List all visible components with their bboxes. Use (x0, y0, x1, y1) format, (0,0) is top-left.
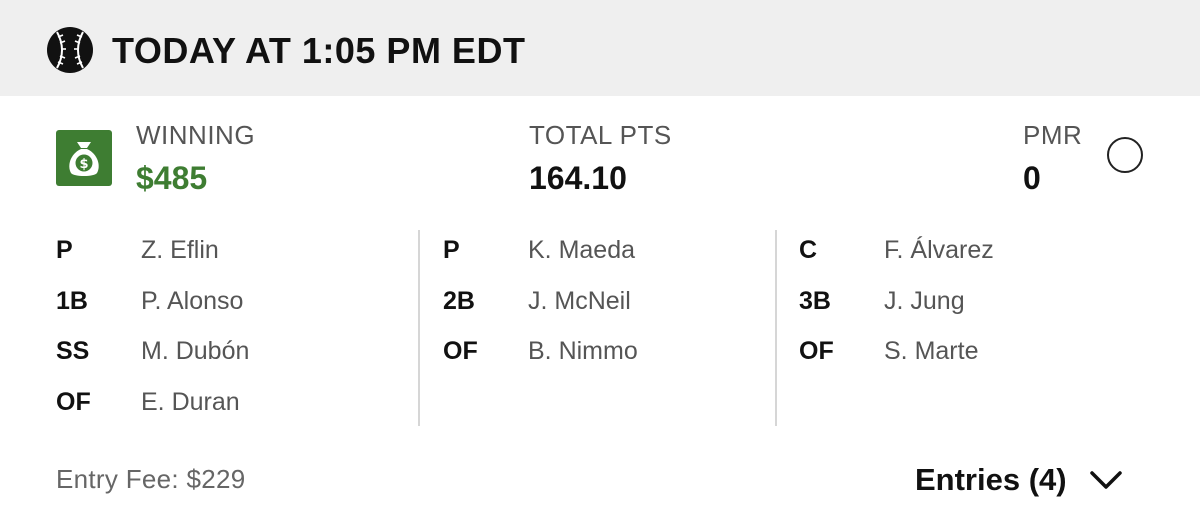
winning-value: $485 (136, 160, 208, 196)
total-pts-value: 164.10 (529, 160, 627, 196)
roster-row: C F. Álvarez (799, 236, 1139, 287)
player-name: B. Nimmo (528, 337, 638, 365)
player-name: F. Álvarez (884, 236, 994, 264)
position-label: 3B (799, 286, 831, 315)
player-name: K. Maeda (528, 236, 636, 264)
roster-row: 2B J. McNeil (443, 287, 783, 338)
position-label: P (443, 236, 460, 264)
player-name: J. Jung (884, 286, 965, 315)
position-label: P (56, 236, 73, 264)
roster-column-2: P K. Maeda 2B J. McNeil OF B. Nimmo (443, 236, 783, 388)
roster-row: OF E. Duran (56, 388, 396, 439)
roster-row: OF S. Marte (799, 337, 1139, 388)
pmr-label: PMR (1023, 120, 1083, 150)
pmr-value: 0 (1023, 160, 1041, 196)
player-name: S. Marte (884, 337, 979, 365)
entries-toggle-button[interactable]: Entries (4) (915, 458, 1123, 502)
entries-label: Entries (4) (915, 462, 1067, 497)
player-name: J. McNeil (528, 286, 631, 315)
header-title: TODAY AT 1:05 PM EDT (112, 30, 526, 71)
money-bag-icon: $ (56, 130, 112, 186)
roster-row: P K. Maeda (443, 236, 783, 287)
roster-row: 1B P. Alonso (56, 287, 396, 338)
player-name: Z. Eflin (141, 236, 219, 264)
roster-row: OF B. Nimmo (443, 337, 783, 388)
position-label: C (799, 236, 818, 264)
winning-label: WINNING (136, 120, 256, 150)
chevron-down-icon (1089, 471, 1122, 489)
entry-fee: Entry Fee: $229 (56, 464, 246, 494)
contest-header: TODAY AT 1:05 PM EDT (0, 0, 1200, 96)
column-divider (418, 230, 420, 426)
baseball-icon (47, 27, 93, 73)
pmr-toggle-circle[interactable] (1107, 137, 1143, 173)
player-name: E. Duran (141, 387, 240, 416)
roster-column-1: P Z. Eflin 1B P. Alonso SS M. Dubón OF E… (56, 236, 396, 438)
roster-row: SS M. Dubón (56, 337, 396, 388)
roster-row: 3B J. Jung (799, 287, 1139, 338)
total-pts-label: TOTAL PTS (529, 120, 672, 150)
player-name: P. Alonso (141, 286, 244, 315)
player-name: M. Dubón (141, 337, 250, 365)
position-label: 1B (56, 286, 88, 315)
svg-text:$: $ (79, 157, 88, 172)
position-label: OF (799, 337, 834, 365)
roster-column-3: C F. Álvarez 3B J. Jung OF S. Marte (799, 236, 1139, 388)
position-label: OF (56, 387, 91, 416)
roster-row: P Z. Eflin (56, 236, 396, 287)
position-label: 2B (443, 286, 475, 315)
position-label: SS (56, 337, 90, 365)
position-label: OF (443, 337, 478, 365)
column-divider (775, 230, 777, 426)
